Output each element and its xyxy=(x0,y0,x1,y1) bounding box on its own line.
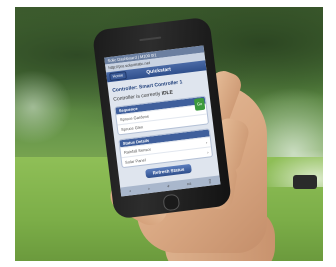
go-button[interactable]: Go xyxy=(193,97,206,111)
chevron-right-icon: › xyxy=(206,149,209,155)
status-row-label: Solar Panel xyxy=(124,157,146,165)
controller-state-value: IDLE xyxy=(161,89,174,97)
chevron-right-icon: › xyxy=(205,139,208,145)
status-section: Status Details Rainfall Sensor › Solar Pa… xyxy=(118,128,214,169)
home-hardware-button[interactable] xyxy=(162,193,181,212)
smartphone: Solic Dashboard | M100 0/1 http://pro.so… xyxy=(91,16,233,220)
bookmarks-icon[interactable]: ▭ xyxy=(186,180,191,187)
sprinkler-head xyxy=(293,175,317,189)
main-content: Controller: Smart Controller 1 Controlle… xyxy=(107,70,219,185)
forward-icon[interactable]: › xyxy=(148,186,150,192)
pages-icon[interactable]: ▯ xyxy=(208,178,211,184)
sequence-row-label: Spruce Glen xyxy=(120,124,144,133)
nav-spacer xyxy=(191,66,203,67)
go-button-wrap: Go xyxy=(193,97,206,111)
phone-screen: Solic Dashboard | M100 0/1 http://pro.so… xyxy=(104,45,221,197)
photo-frame: Solic Dashboard | M100 0/1 http://pro.so… xyxy=(0,0,336,267)
back-icon[interactable]: ‹ xyxy=(129,188,131,194)
mist-left xyxy=(15,67,75,147)
add-icon[interactable]: + xyxy=(166,183,170,189)
speaker-icon xyxy=(139,36,162,42)
garden-photo: Solic Dashboard | M100 0/1 http://pro.so… xyxy=(15,7,323,261)
refresh-status-button[interactable]: Refresh Status xyxy=(145,163,192,179)
